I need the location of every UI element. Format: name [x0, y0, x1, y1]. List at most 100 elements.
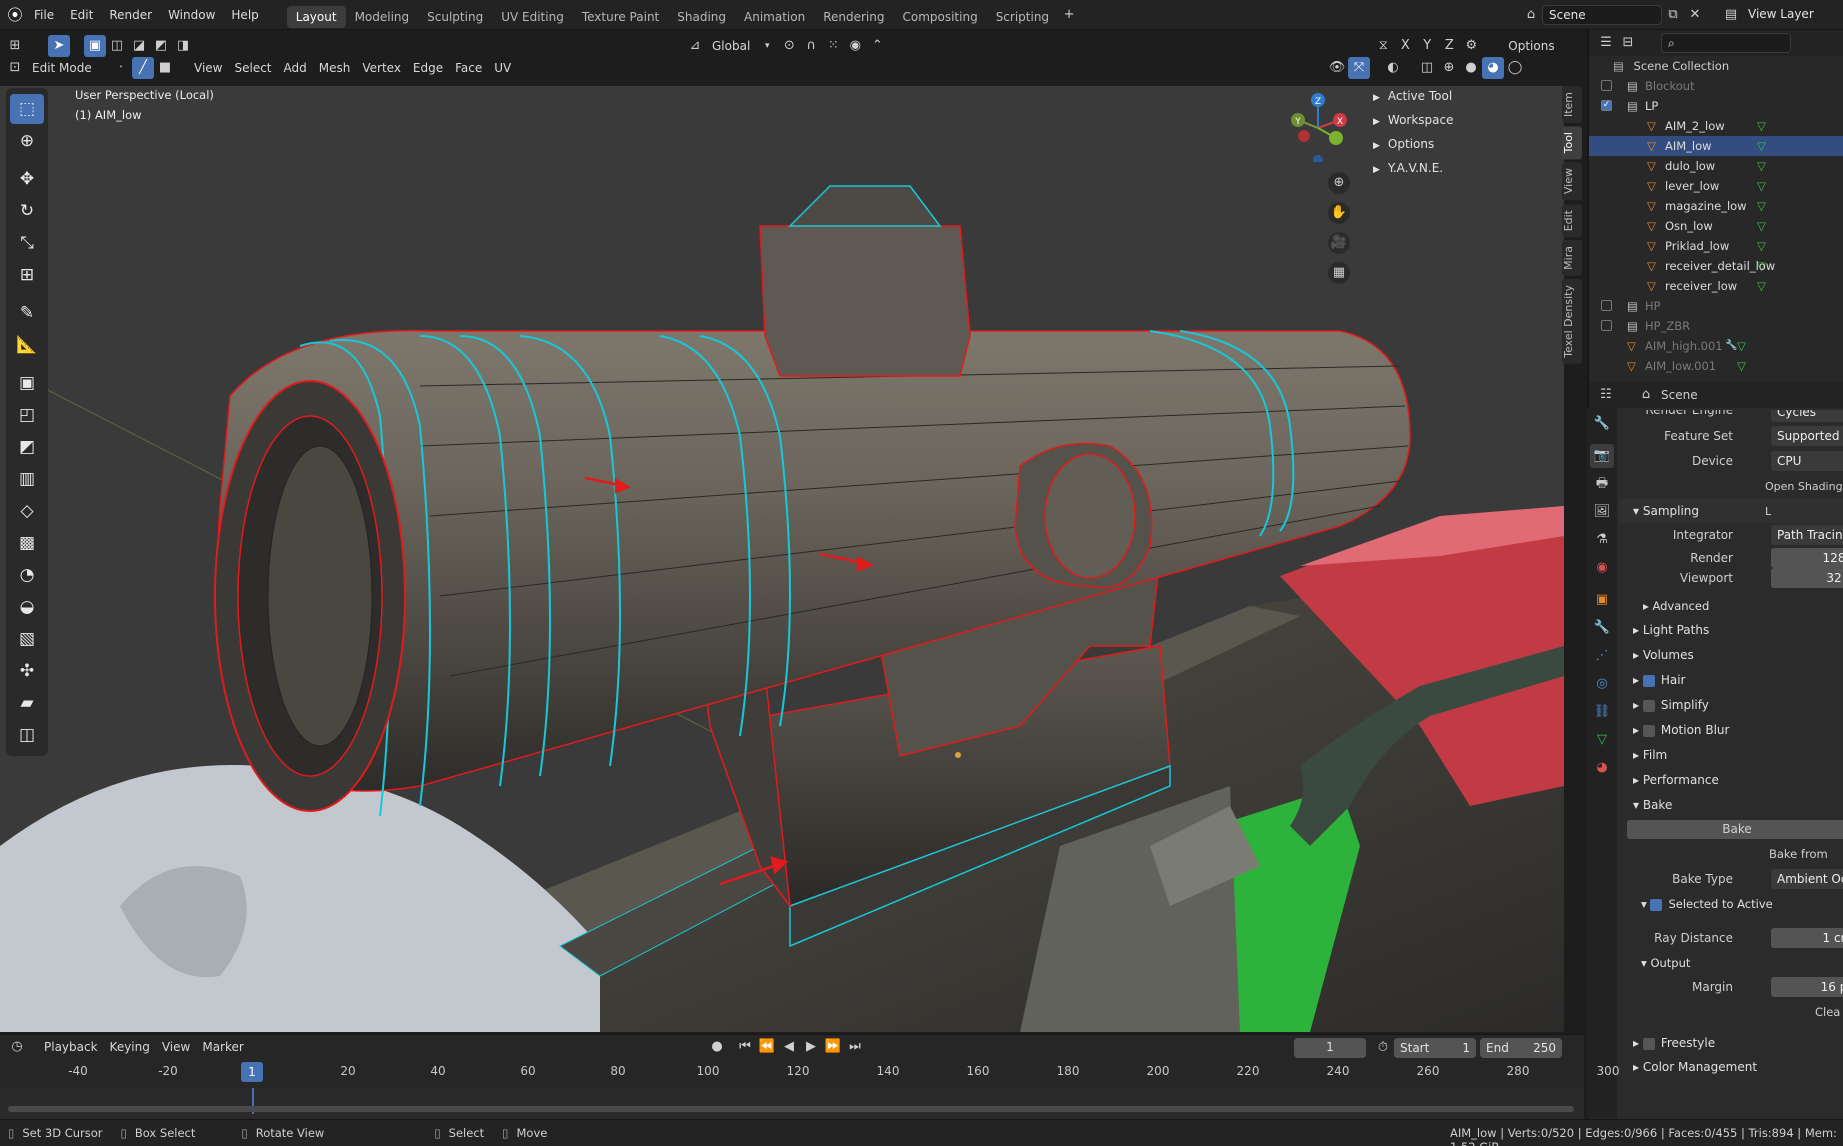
editor-type-icon[interactable]: ⊞ — [4, 35, 26, 57]
menu-help[interactable]: Help — [223, 0, 266, 30]
panel-hair[interactable]: ▸ Hair — [1619, 668, 1843, 693]
scene-icon[interactable]: ⌂ — [1520, 4, 1542, 26]
tab-compositing[interactable]: Compositing — [893, 6, 986, 28]
gizmo-icon[interactable]: ⤧ — [1348, 57, 1370, 79]
invert-selection-icon[interactable]: ◩ — [150, 35, 172, 57]
data-tab-icon[interactable]: ▽ — [1590, 728, 1614, 752]
material-shading-icon[interactable]: ◕ — [1482, 57, 1504, 79]
outliner-row[interactable]: ▽ ▽ Priklad_low — [1589, 236, 1843, 256]
extrude-tool-icon[interactable]: ▣ — [10, 368, 44, 398]
scene-field[interactable]: Scene — [1542, 5, 1662, 25]
outliner-root[interactable]: ▤ Scene Collection — [1589, 56, 1843, 76]
panel-checkbox[interactable] — [1642, 724, 1655, 737]
annotate-tool-icon[interactable]: ✎ — [10, 298, 44, 328]
outliner-row[interactable]: ▽ ▽ Osn_low — [1589, 216, 1843, 236]
menu-edit[interactable]: Edit — [62, 0, 101, 30]
orientation-icon[interactable]: ⊿ — [684, 35, 706, 57]
outliner-row[interactable]: ▽ ▽ AIM_low — [1589, 136, 1843, 156]
falloff-icon[interactable]: ⌃ — [866, 35, 888, 57]
clear-checkbox[interactable]: Clea — [1815, 1000, 1840, 1025]
object-tab-icon[interactable]: ▣ — [1590, 588, 1614, 612]
edge-select-icon[interactable]: ╱ — [132, 57, 154, 79]
menu-render[interactable]: Render — [101, 0, 160, 30]
panel-film[interactable]: ▸ Film — [1619, 743, 1843, 768]
menu-file[interactable]: File — [26, 0, 62, 30]
panel-motion-blur[interactable]: ▸ Motion Blur — [1619, 718, 1843, 743]
display-mode-icon[interactable]: ⊟ — [1617, 32, 1639, 54]
npanel-section[interactable]: ▶ Active Tool — [1363, 84, 1563, 108]
tab-animation[interactable]: Animation — [735, 6, 814, 28]
world-tab-icon[interactable]: ◉ — [1590, 556, 1614, 580]
select-mode-icon[interactable]: ➤ — [48, 35, 70, 57]
cursor-tool-icon[interactable]: ⊕ — [10, 126, 44, 156]
wrench-icon[interactable]: ⚙ — [1460, 35, 1482, 57]
poly-build-tool-icon[interactable]: ▩ — [10, 528, 44, 558]
selected-to-active-panel[interactable]: ▾ Selected to Active — [1619, 892, 1843, 916]
tab-layout[interactable]: Layout — [286, 5, 346, 28]
timeline-menu-view[interactable]: View — [156, 1036, 196, 1058]
render-tab-icon[interactable]: 📷 — [1590, 444, 1614, 468]
viewport-menu-view[interactable]: View — [188, 57, 228, 79]
loop-cut-tool-icon[interactable]: ▥ — [10, 464, 44, 494]
sidebar-tab-view[interactable]: View — [1562, 162, 1582, 201]
navigation-gizmo[interactable]: Z X Y — [1282, 90, 1354, 165]
viewport-menu-uv[interactable]: UV — [488, 57, 517, 79]
ray-distance-field[interactable]: 1 cr — [1771, 928, 1843, 948]
margin-field[interactable]: 16 p — [1771, 977, 1843, 997]
view-layer-icon[interactable]: ▤ — [1720, 4, 1742, 26]
panel-volumes[interactable]: ▸ Volumes — [1619, 643, 1843, 668]
record-icon[interactable]: ● — [706, 1036, 728, 1058]
spin-tool-icon[interactable]: ◔ — [10, 560, 44, 590]
timeline-menu-playback[interactable]: Playback — [38, 1036, 104, 1058]
properties-type-icon[interactable]: ☷ — [1595, 384, 1617, 406]
extend-selection-icon[interactable]: ◫ — [106, 35, 128, 57]
tab-modeling[interactable]: Modeling — [346, 6, 419, 28]
tab-texture-paint[interactable]: Texture Paint — [573, 6, 668, 28]
outliner-row[interactable]: ▤ Blockout — [1589, 76, 1843, 96]
panel-checkbox[interactable] — [1642, 699, 1655, 712]
new-scene-icon[interactable]: ⧉ — [1662, 4, 1684, 26]
checkbox-icon[interactable] — [1601, 320, 1612, 331]
jump-end-icon[interactable]: ⏭ — [844, 1036, 866, 1058]
scale-tool-icon[interactable]: ⤡ — [10, 228, 44, 258]
freestyle-panel[interactable]: ▸ Freestyle — [1619, 1031, 1843, 1055]
material-tab-icon[interactable]: ◕ — [1590, 756, 1614, 780]
current-frame-field[interactable]: 1 — [1294, 1038, 1366, 1058]
sidebar-tab-tool[interactable]: Tool — [1562, 126, 1582, 160]
proportional-edit-icon[interactable]: ◉ — [844, 35, 866, 57]
zoom-icon[interactable]: ⊕ — [1328, 172, 1350, 194]
wireframe-shading-icon[interactable]: ⊕ — [1438, 57, 1460, 79]
face-select-icon[interactable]: ■ — [154, 57, 176, 79]
timeline-ruler[interactable]: -40 -20 20 40 60 80 100 120 140 160 180 200 220 240 26… — [0, 1058, 1619, 1088]
npanel-section[interactable]: ▶ Workspace — [1363, 108, 1563, 132]
vertex-select-icon[interactable]: ⋅ — [110, 57, 132, 79]
outliner-row[interactable]: ▤ HP_ZBR — [1589, 316, 1843, 336]
panel-light-paths[interactable]: ▸ Light Paths — [1619, 618, 1843, 643]
axis-x-toggle[interactable]: X — [1394, 35, 1416, 57]
pivot-icon[interactable]: ⊙ — [778, 35, 800, 57]
camera-icon[interactable]: 🎥 — [1328, 232, 1350, 254]
outliner-row[interactable]: ▽ ▽ 🔧 AIM_high.001 — [1589, 336, 1843, 356]
intersect-selection-icon[interactable]: ◨ — [172, 35, 194, 57]
bevel-tool-icon[interactable]: ◩ — [10, 432, 44, 462]
playhead-marker[interactable]: 1 — [241, 1062, 263, 1082]
integrator-dropdown[interactable]: Path Tracing — [1771, 525, 1843, 545]
outliner-row[interactable]: ▤ HP — [1589, 296, 1843, 316]
blender-logo-icon[interactable]: ⦿ — [4, 4, 26, 26]
transform-tool-icon[interactable]: ⊞ — [10, 260, 44, 290]
inset-tool-icon[interactable]: ◰ — [10, 400, 44, 430]
outliner-row[interactable]: ▽ ▽ receiver_low — [1589, 276, 1843, 296]
overlay-icon[interactable]: ◐ — [1382, 57, 1404, 79]
output-tab-icon[interactable]: 🖶 — [1590, 472, 1614, 496]
snap-icon[interactable]: ∩ — [800, 35, 822, 57]
move-tool-icon[interactable]: ✥ — [10, 164, 44, 194]
visibility-icon[interactable]: 👁 — [1326, 57, 1348, 79]
edge-slide-tool-icon[interactable]: ▧ — [10, 624, 44, 654]
bake-panel-header[interactable]: ▾ Bake — [1619, 793, 1843, 817]
outliner-row[interactable]: ▽ ▽ AIM_2_low — [1589, 116, 1843, 136]
physics-tab-icon[interactable]: ◎ — [1590, 672, 1614, 696]
panel-checkbox[interactable] — [1642, 674, 1655, 687]
delete-scene-icon[interactable]: ✕ — [1684, 4, 1706, 26]
outliner-row[interactable]: ▽ ▽ lever_low — [1589, 176, 1843, 196]
ortho-grid-icon[interactable]: ▦ — [1328, 262, 1350, 284]
